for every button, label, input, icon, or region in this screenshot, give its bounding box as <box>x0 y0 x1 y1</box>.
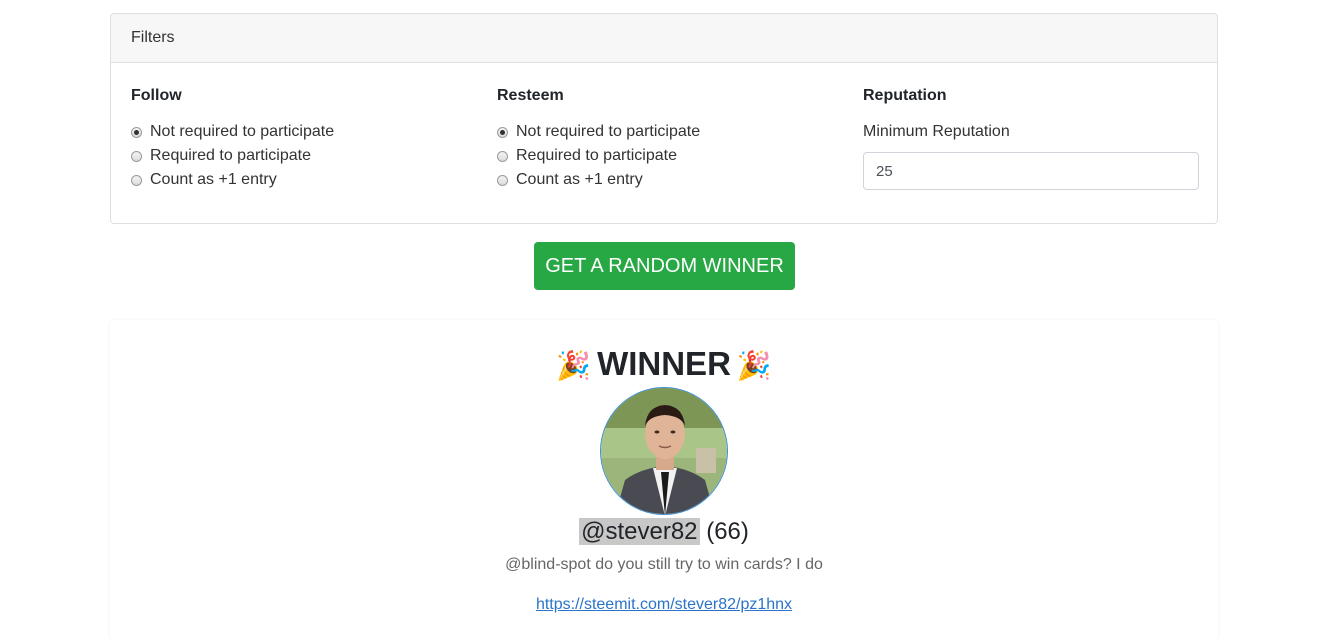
follow-filter-group: Follow Not required to participate Requi… <box>131 86 334 192</box>
avatar-photo <box>601 388 727 514</box>
resteem-filter-group: Resteem Not required to participate Requ… <box>497 86 700 192</box>
get-random-winner-button[interactable]: GET A RANDOM WINNER <box>534 242 795 290</box>
reputation-title: Reputation <box>863 87 947 104</box>
winner-username: @stever82 <box>579 518 700 545</box>
follow-option-extra-entry[interactable]: Count as +1 entry <box>131 168 334 192</box>
winner-card: 🎉 WINNER 🎉 @stever82 (66) @blind-spot do y… <box>110 320 1218 640</box>
radio-label: Required to participate <box>150 147 311 164</box>
winner-name: @stever82 (66) <box>110 516 1218 548</box>
winner-title-text: WINNER <box>597 345 731 382</box>
party-popper-icon: 🎉 <box>736 350 772 381</box>
follow-title: Follow <box>131 87 182 104</box>
resteem-title: Resteem <box>497 87 564 104</box>
avatar <box>600 387 728 515</box>
radio-label: Required to participate <box>516 147 677 164</box>
resteem-option-required[interactable]: Required to participate <box>497 144 700 168</box>
winner-comment: @blind-spot do you still try to win card… <box>505 556 823 573</box>
winner-reputation: (66) <box>706 518 749 545</box>
follow-option-not-required[interactable]: Not required to participate <box>131 120 334 144</box>
radio-label: Count as +1 entry <box>150 171 277 188</box>
radio-label: Not required to participate <box>516 123 701 140</box>
radio-button[interactable] <box>497 126 508 138</box>
resteem-option-extra-entry[interactable]: Count as +1 entry <box>497 168 700 192</box>
radio-label: Not required to participate <box>150 123 335 140</box>
radio-button[interactable] <box>497 150 508 162</box>
filters-header: Filters <box>111 14 1217 63</box>
follow-option-required[interactable]: Required to participate <box>131 144 334 168</box>
reputation-filter-group: Reputation Minimum Reputation <box>863 86 1199 190</box>
radio-button[interactable] <box>497 174 508 186</box>
party-popper-icon: 🎉 <box>556 350 592 381</box>
radio-label: Count as +1 entry <box>516 171 643 188</box>
radio-button[interactable] <box>131 150 142 162</box>
minimum-reputation-label: Minimum Reputation <box>863 123 1010 140</box>
minimum-reputation-input[interactable] <box>863 152 1199 190</box>
radio-button[interactable] <box>131 126 142 138</box>
winner-heading: 🎉 WINNER 🎉 <box>110 344 1218 384</box>
filters-card: Filters Follow Not required to participa… <box>110 13 1218 224</box>
resteem-option-not-required[interactable]: Not required to participate <box>497 120 700 144</box>
radio-button[interactable] <box>131 174 142 186</box>
winner-comment-link[interactable]: https://steemit.com/stever82/pz1hnx <box>536 596 792 613</box>
winner-link-container: https://steemit.com/stever82/pz1hnx <box>110 595 1218 615</box>
